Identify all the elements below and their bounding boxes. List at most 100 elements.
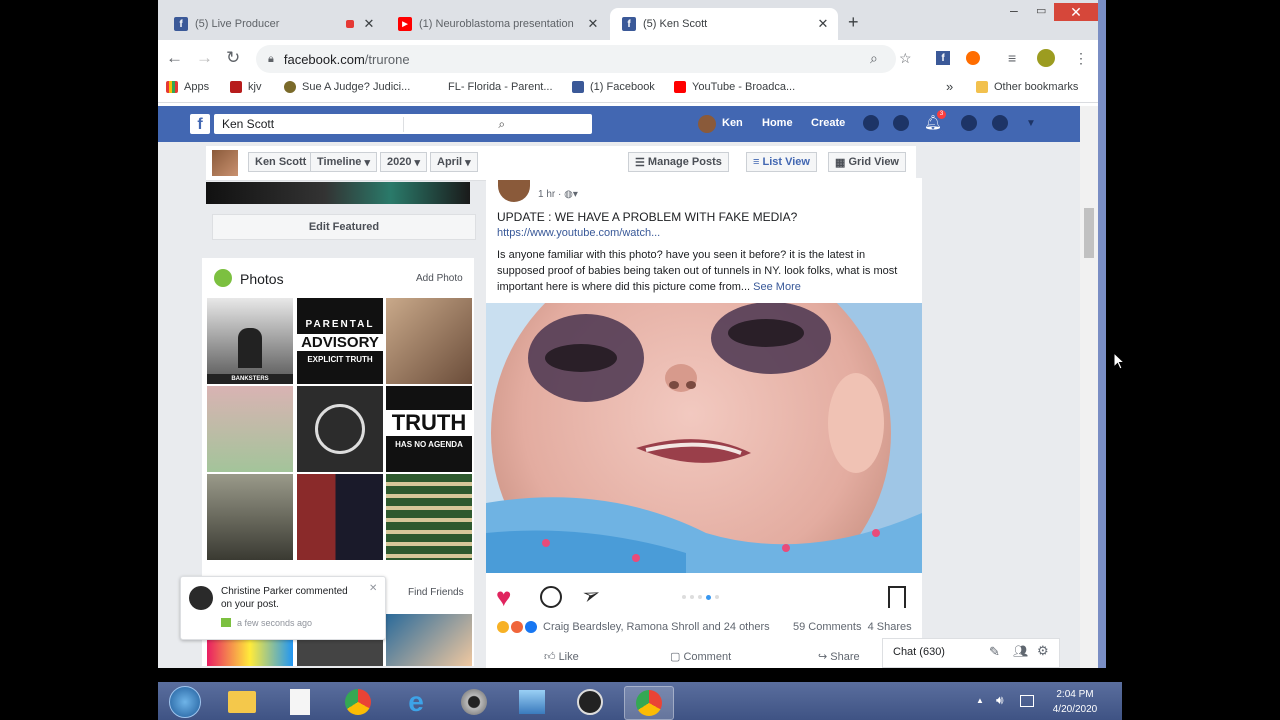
taskbar-chrome-active[interactable] [624, 686, 674, 720]
close-tab-icon[interactable]: ✕ [584, 16, 602, 32]
photo-flag-nation[interactable] [297, 474, 383, 560]
taskbar-chrome[interactable] [334, 686, 382, 718]
groups-icon[interactable] [961, 115, 977, 131]
photo-soldiers[interactable] [207, 474, 293, 560]
taskbar-notepad[interactable] [276, 686, 324, 718]
taskbar-ie[interactable]: e [392, 686, 440, 718]
close-icon[interactable]: ✕ [369, 583, 377, 594]
home-link[interactable]: Home [762, 117, 793, 129]
heart-icon[interactable]: ♥ [496, 584, 511, 610]
tab-live-producer[interactable]: f (5) Live Producer ✕ [162, 8, 384, 40]
more-bookmarks-icon[interactable]: » [946, 79, 953, 94]
featured-photos-strip[interactable] [206, 182, 470, 204]
bookmark-apps[interactable]: Apps [166, 81, 209, 93]
bookmark-sue-judge[interactable]: Sue A Judge? Judici... [284, 81, 410, 93]
create-link[interactable]: Create [811, 117, 845, 129]
profile-avatar[interactable] [1037, 49, 1055, 67]
add-photo-link[interactable]: Add Photo [416, 273, 463, 284]
comments-count-link[interactable]: 59 Comments [793, 621, 861, 633]
facebook-logo[interactable]: f [190, 114, 210, 134]
bookmark-other[interactable]: Other bookmarks [976, 81, 1078, 93]
facebook-search-input[interactable]: Ken Scott ⌕ [214, 114, 592, 134]
taskbar-explorer[interactable] [218, 686, 266, 718]
group-chat-icon[interactable]: 👥︎ [1013, 644, 1028, 658]
friend-requests-icon[interactable] [863, 115, 879, 131]
taskbar-webcam[interactable] [450, 686, 498, 718]
photo-circle-chart[interactable] [297, 386, 383, 472]
bookmark-youtube[interactable]: YouTube - Broadca... [674, 81, 795, 93]
address-bar[interactable]: 🔒︎ facebook.com/trurone [256, 45, 896, 73]
facebook-extension-icon[interactable]: f [936, 51, 950, 65]
manage-posts-button[interactable]: ☰ Manage Posts [628, 152, 729, 172]
list-view-button[interactable]: ≡ List View [746, 152, 817, 172]
see-more-link[interactable]: See More [753, 281, 801, 293]
user-name-link[interactable]: Ken [722, 117, 743, 129]
bookmark-florida[interactable]: FL- Florida - Parent... [448, 81, 553, 93]
bookmark-icon[interactable] [888, 586, 906, 608]
bookmark-kjv[interactable]: kjv [230, 81, 261, 93]
breadcrumb-month[interactable]: April ▾ [430, 152, 478, 172]
breadcrumb-year[interactable]: 2020 ▾ [380, 152, 428, 172]
taskbar-obs[interactable] [566, 686, 614, 718]
star-icon[interactable]: ☆ [899, 50, 912, 67]
photo-banksters[interactable]: BANKSTERS [207, 298, 293, 384]
close-tab-icon[interactable]: ✕ [814, 16, 832, 32]
tab-neuroblastoma[interactable]: ▶ (1) Neuroblastoma presentation ✕ [386, 8, 608, 40]
minimize-icon[interactable]: – [1010, 2, 1018, 18]
photo-truth[interactable]: TRUTH HAS NO AGENDA [386, 386, 472, 472]
send-icon[interactable]: ➢ [578, 580, 604, 611]
comment-bubble-icon[interactable] [540, 586, 562, 608]
maximize-icon[interactable]: ▭ [1036, 4, 1046, 17]
tray-arrow-icon[interactable]: ▲ [976, 696, 984, 705]
new-message-icon[interactable]: ✎ [989, 644, 1000, 660]
taskbar-clock[interactable]: 2:04 PM 4/20/2020 [1040, 687, 1110, 717]
chat-bar[interactable]: Chat (630) ✎ 👥︎ ⚙ [882, 638, 1060, 668]
post-link[interactable]: https://www.youtube.com/watch... [497, 227, 660, 239]
forward-icon[interactable]: → [196, 48, 213, 68]
like-button[interactable]: 👍︎ Like [544, 650, 579, 663]
user-avatar[interactable] [698, 115, 716, 133]
find-friends-link[interactable]: Find Friends [408, 587, 464, 598]
close-tab-icon[interactable]: ✕ [360, 16, 378, 32]
menu-dots-icon[interactable]: ⋮ [1074, 50, 1088, 67]
bookmark-facebook[interactable]: (1) Facebook [572, 81, 655, 93]
search-icon[interactable]: ⌕ [402, 116, 593, 132]
photo-colorful[interactable] [207, 640, 293, 666]
reload-icon[interactable]: ↻ [226, 48, 240, 68]
extension-icon[interactable] [966, 51, 980, 65]
search-icon[interactable]: ⌕ [870, 50, 878, 67]
volume-icon[interactable]: 🔊︎ [996, 693, 1004, 708]
photo-dark[interactable] [297, 640, 383, 666]
breadcrumb-name[interactable]: Ken Scott [248, 152, 314, 172]
messenger-icon[interactable] [893, 115, 909, 131]
post-image[interactable] [486, 303, 922, 573]
grid-view-button[interactable]: ▦ Grid View [828, 152, 906, 172]
taskbar-calculator[interactable] [508, 686, 556, 718]
photo-parental-advisory[interactable]: PARENTAL ADVISORY EXPLICIT TRUTH [297, 298, 383, 384]
scrollbar-thumb[interactable] [1084, 208, 1094, 258]
photo-surrender[interactable] [386, 298, 472, 384]
new-tab-button[interactable]: + [848, 12, 859, 33]
shares-count-link[interactable]: 4 Shares [868, 621, 912, 633]
post-author-avatar[interactable] [498, 180, 530, 202]
network-icon[interactable] [1020, 695, 1034, 707]
photos-title[interactable]: Photos [240, 271, 284, 287]
photo-park-rules[interactable] [207, 386, 293, 472]
account-menu-icon[interactable]: ▼ [1026, 118, 1036, 129]
share-button[interactable]: ↪ Share [818, 650, 860, 663]
back-icon[interactable]: ← [166, 48, 183, 68]
tab-ken-scott[interactable]: f (5) Ken Scott ✕ [610, 8, 838, 40]
start-button[interactable] [161, 686, 209, 718]
close-window-button[interactable]: ✕ [1054, 3, 1098, 21]
breadcrumb-timeline[interactable]: Timeline ▾ [310, 152, 378, 172]
profile-thumbnail[interactable] [212, 150, 238, 176]
post-timestamp[interactable]: 1 hr · ◍▾ [538, 189, 578, 200]
reactions-summary[interactable]: Craig Beardsley, Ramona Shroll and 24 ot… [497, 621, 770, 633]
gear-icon[interactable]: ⚙ [1037, 643, 1049, 659]
playlist-icon[interactable]: ≡ [1008, 50, 1016, 66]
comment-button[interactable]: ▢ Comment [670, 650, 731, 663]
photo-list-green[interactable] [386, 474, 472, 560]
photo-selfie[interactable] [386, 614, 472, 666]
help-icon[interactable] [992, 115, 1008, 131]
page-scrollbar[interactable] [1080, 106, 1098, 668]
